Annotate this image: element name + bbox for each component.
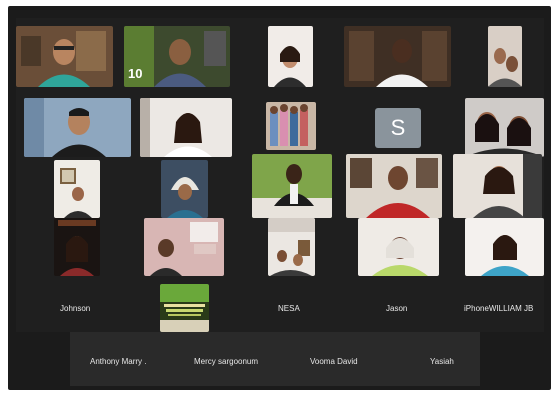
participant-name: iPhoneWILLIAM JB bbox=[464, 304, 534, 313]
participant-video bbox=[266, 102, 316, 150]
video-call-window: 10 S Johnson NESA Jason iPhoneWILLIAM JB… bbox=[8, 6, 551, 390]
video-tile[interactable] bbox=[54, 160, 100, 218]
video-tile[interactable] bbox=[54, 218, 100, 276]
video-tile[interactable] bbox=[346, 154, 442, 218]
participant-video bbox=[358, 218, 439, 276]
participant-video bbox=[453, 154, 542, 218]
participant-video bbox=[346, 154, 442, 218]
participant-name: NESA bbox=[278, 304, 300, 313]
participant-video bbox=[24, 98, 131, 157]
video-tile[interactable] bbox=[268, 218, 315, 276]
participant-video bbox=[54, 160, 100, 218]
participant-video bbox=[144, 218, 224, 276]
video-tile[interactable] bbox=[453, 154, 542, 218]
participant-name: Vooma David bbox=[310, 357, 358, 366]
video-tile[interactable] bbox=[465, 218, 544, 276]
participant-video bbox=[161, 160, 208, 218]
participant-name: Johnson bbox=[60, 304, 91, 313]
participant-video bbox=[465, 98, 544, 157]
participant-video bbox=[54, 218, 100, 276]
video-tile[interactable] bbox=[344, 26, 451, 87]
video-tile[interactable] bbox=[16, 26, 113, 87]
video-tile[interactable] bbox=[161, 160, 208, 218]
video-tile[interactable] bbox=[266, 102, 316, 150]
number-badge: 10 bbox=[128, 66, 143, 81]
participant-video bbox=[488, 26, 522, 87]
video-tile[interactable] bbox=[160, 284, 209, 332]
participant-video bbox=[268, 218, 315, 276]
participant-name: Jason bbox=[386, 304, 408, 313]
participant-video bbox=[140, 98, 232, 157]
gallery-view: 10 S Johnson NESA Jason iPhoneWILLIAM JB bbox=[16, 18, 544, 332]
video-tile[interactable] bbox=[268, 26, 313, 87]
participant-name: Yasiah bbox=[430, 357, 454, 366]
video-tile[interactable]: 10 bbox=[124, 26, 230, 87]
video-tile[interactable] bbox=[24, 98, 131, 157]
video-tile[interactable] bbox=[140, 98, 232, 157]
participant-name: Mercy sargoonum bbox=[194, 357, 259, 366]
video-tile[interactable] bbox=[358, 218, 439, 276]
participant-video bbox=[344, 26, 451, 87]
participant-video bbox=[465, 218, 544, 276]
participant-name: Anthony Marry . bbox=[90, 357, 147, 366]
video-tile[interactable] bbox=[144, 218, 224, 276]
participant-video bbox=[16, 26, 113, 87]
participant-video bbox=[268, 26, 313, 87]
video-tile[interactable] bbox=[465, 98, 544, 157]
video-tile[interactable] bbox=[488, 26, 522, 87]
participant-video bbox=[160, 284, 209, 332]
avatar-initial: S bbox=[390, 115, 406, 140]
video-tile[interactable] bbox=[252, 154, 332, 218]
participant-video bbox=[252, 154, 332, 218]
footer-participant-strip: Anthony Marry . Mercy sargoonum Vooma Da… bbox=[70, 332, 480, 386]
participant-avatar[interactable]: S bbox=[375, 108, 421, 148]
